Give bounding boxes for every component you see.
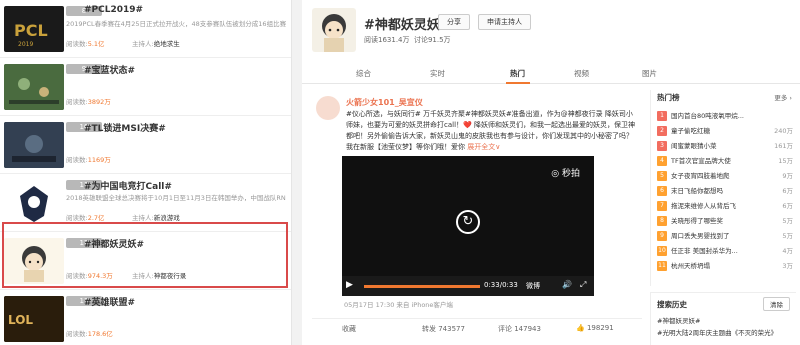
topic-thumbnail[interactable] bbox=[4, 180, 64, 226]
post-username[interactable]: 火箭少女101_吴宣仪 bbox=[346, 97, 423, 108]
weibo-icon[interactable]: 微博 bbox=[526, 281, 540, 291]
topic-title[interactable]: #为中国电竞打Call# bbox=[84, 179, 172, 192]
hot-list-title: 热门榜 bbox=[657, 93, 680, 102]
topic-page: #神都妖灵妖# 分享 申请主持人 阅读1631.4万 讨论91.5万 综合 实时… bbox=[302, 0, 800, 345]
comment-button[interactable]: 评论 147943 bbox=[498, 324, 541, 334]
hot-item[interactable]: 3 闺蜜蒙眼猜小菜 161万 bbox=[657, 140, 793, 153]
topic-thumbnail[interactable]: LOL bbox=[4, 296, 64, 342]
hot-item[interactable]: 9 周口丢失男婴找到了 5万 bbox=[657, 230, 793, 243]
tab-hot[interactable]: 热门 bbox=[510, 68, 525, 79]
hot-item[interactable]: 11 杭州天桥坍塌 3万 bbox=[657, 260, 793, 273]
post-actions: 收藏 转发 743577 评论 147943 👍 198291 bbox=[312, 318, 642, 338]
video-player[interactable]: ◎ 秒拍 ↻ ▶ 0:33/0:33 微博 🔊 ⤢ bbox=[342, 156, 594, 296]
topic-list: PCL 2019 8 #PCL2019# 2019PCL春季赛在4月25日正式拉开… bbox=[0, 0, 292, 345]
topic-title[interactable]: #TL锁进MSI决赛# bbox=[84, 121, 166, 134]
read-count: 阅读数:3892万 bbox=[66, 98, 111, 106]
topic-stats: 阅读1631.4万 讨论91.5万 bbox=[364, 36, 451, 44]
hot-item[interactable]: 8 关晓彤得了哪些奖 5万 bbox=[657, 215, 793, 228]
volume-icon[interactable]: 🔊 bbox=[562, 280, 572, 289]
tab-bar: 综合 实时 热门 视频 图片 bbox=[302, 62, 800, 84]
collect-button[interactable]: 收藏 bbox=[342, 324, 356, 334]
repost-button[interactable]: 转发 743577 bbox=[422, 324, 465, 334]
topic-item[interactable]: 9 #宝蓝状态# 阅读数:3892万 bbox=[0, 58, 291, 116]
topic-item[interactable]: LOL 13 #英雄联盟# 阅读数:178.6亿 bbox=[0, 290, 291, 345]
feed-post: 火箭少女101_吴宣仪 #仪心所选，与妖同行# 万千妖灵齐聚#神都妖灵妖#准备出… bbox=[312, 90, 642, 345]
topic-title[interactable]: #宝蓝状态# bbox=[84, 63, 135, 76]
topic-title[interactable]: #英雄联盟# bbox=[84, 295, 135, 308]
play-icon[interactable]: ▶ bbox=[346, 280, 353, 290]
host: 主持人:绝地求生 bbox=[132, 40, 180, 48]
search-history-title: 搜索历史 bbox=[657, 300, 687, 309]
search-history: 搜索历史 清除 #神都妖灵妖# #光明大陆2周年庆主题曲《不灭的荣光》 bbox=[650, 292, 796, 345]
like-button[interactable]: 👍 198291 bbox=[576, 324, 614, 332]
share-button[interactable]: 分享 bbox=[438, 14, 470, 30]
post-meta: 05月17日 17:30 来自 iPhone客户端 bbox=[344, 301, 453, 309]
topic-avatar bbox=[312, 8, 356, 52]
hot-item[interactable]: 7 拖泥来维修人从背后飞 6万 bbox=[657, 200, 793, 213]
avatar[interactable] bbox=[316, 96, 340, 120]
apply-host-button[interactable]: 申请主持人 bbox=[478, 14, 531, 30]
replay-icon[interactable]: ↻ bbox=[456, 210, 480, 234]
topic-thumbnail[interactable] bbox=[4, 64, 64, 110]
read-count: 阅读数:1169万 bbox=[66, 156, 111, 164]
post-text: #仪心所选，与妖同行# 万千妖灵齐聚#神都妖灵妖#准备出道，作为@神都夜行录 降… bbox=[346, 110, 635, 151]
hot-list: 热门榜 更多 › 1 国内首台80吨液氧甲烷... 2 童子偷吃红糖 240万 3 闺蜜… bbox=[650, 90, 796, 286]
clear-history-button[interactable]: 清除 bbox=[763, 297, 790, 311]
more-link[interactable]: 更多 › bbox=[774, 92, 792, 102]
history-item[interactable]: #神都妖灵妖# bbox=[657, 315, 700, 325]
history-item[interactable]: #光明大陆2周年庆主题曲《不灭的荣光》 bbox=[657, 327, 795, 337]
topic-item[interactable]: PCL 2019 8 #PCL2019# 2019PCL春季赛在4月25日正式拉开… bbox=[0, 0, 291, 58]
video-brand-logo: ◎ 秒拍 bbox=[551, 169, 580, 179]
read-count: 阅读数:2.7亿 bbox=[66, 214, 105, 222]
tab-general[interactable]: 综合 bbox=[356, 68, 371, 79]
tab-images[interactable]: 图片 bbox=[642, 68, 657, 79]
host: 主持人:新浪游戏 bbox=[132, 214, 180, 222]
fullscreen-icon[interactable]: ⤢ bbox=[580, 280, 586, 290]
topic-title[interactable]: #PCL2019# bbox=[84, 5, 143, 15]
expand-link[interactable]: 展开全文∨ bbox=[467, 143, 500, 151]
topic-thumbnail[interactable] bbox=[4, 122, 64, 168]
video-controls: ▶ 0:33/0:33 微博 🔊 ⤢ bbox=[342, 276, 594, 296]
hot-item[interactable]: 5 女子夜宵四肢着地爬 9万 bbox=[657, 170, 793, 183]
read-count: 阅读数:5.1亿 bbox=[66, 40, 105, 48]
svg-text:2019: 2019 bbox=[18, 41, 33, 48]
topic-desc: 2018英雄联盟全球总决赛将于10月1日至11月3日在韩国举办，中国战队RNG、… bbox=[66, 194, 286, 202]
hot-item[interactable]: 2 童子偷吃红糖 240万 bbox=[657, 125, 793, 138]
progress-bar[interactable] bbox=[364, 285, 480, 288]
tab-realtime[interactable]: 实时 bbox=[430, 68, 445, 79]
svg-text:PCL: PCL bbox=[14, 21, 48, 40]
video-time: 0:33/0:33 bbox=[484, 281, 518, 289]
read-count: 阅读数:178.6亿 bbox=[66, 330, 113, 338]
topic-desc: 2019PCL春季赛在4月25日正式拉开战火，48支参赛队伍被划分成16组比赛，… bbox=[66, 20, 286, 28]
hot-item[interactable]: 10 任正非 美国封杀华为... 4万 bbox=[657, 245, 793, 258]
active-tab-indicator bbox=[506, 82, 530, 84]
like-icon: 👍 bbox=[576, 324, 585, 332]
hot-item[interactable]: 6 末日飞船你都想吗 6万 bbox=[657, 185, 793, 198]
hot-item[interactable]: 4 TF首次官宣品牌大使 15万 bbox=[657, 155, 793, 168]
tab-video[interactable]: 视频 bbox=[574, 68, 589, 79]
hot-item[interactable]: 1 国内首台80吨液氧甲烷... bbox=[657, 110, 793, 123]
topic-item[interactable]: 10 #TL锁进MSI决赛# 阅读数:1169万 bbox=[0, 116, 291, 174]
topic-thumbnail[interactable]: PCL 2019 bbox=[4, 6, 64, 52]
svg-text:LOL: LOL bbox=[8, 313, 33, 327]
selection-highlight bbox=[2, 222, 288, 288]
